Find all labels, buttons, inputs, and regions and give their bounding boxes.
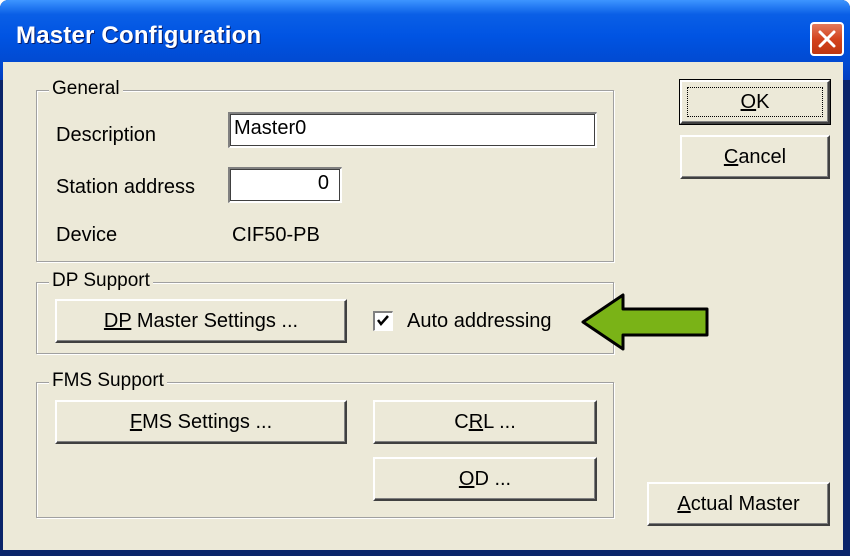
left-arrow-icon <box>581 293 709 351</box>
fms-settings-label: FMS Settings ... <box>129 410 273 433</box>
general-legend: General <box>49 78 123 100</box>
close-icon <box>818 30 836 48</box>
cancel-button[interactable]: Cancel <box>680 135 830 179</box>
ok-button[interactable]: OK <box>679 79 831 125</box>
dp-master-settings-button[interactable]: DP Master Settings ... <box>55 299 347 343</box>
auto-addressing-label[interactable]: Auto addressing <box>407 309 552 333</box>
device-label: Device <box>56 224 118 246</box>
window-title: Master Configuration <box>16 22 262 49</box>
crl-label: CRL ... <box>454 410 516 433</box>
device-value: CIF50-PB <box>232 224 320 246</box>
auto-addressing-checkbox[interactable] <box>373 311 393 331</box>
description-label: Description <box>56 124 157 146</box>
cancel-label: Cancel <box>723 145 787 168</box>
focus-rectangle <box>687 87 823 117</box>
actual-master-label: Actual Master <box>677 492 800 515</box>
description-field[interactable]: Master0 <box>228 112 597 148</box>
station-address-field[interactable]: 0 <box>228 167 342 203</box>
dp-support-legend: DP Support <box>49 270 153 292</box>
od-button[interactable]: OD ... <box>373 457 597 501</box>
crl-button[interactable]: CRL ... <box>373 400 597 444</box>
od-label: OD ... <box>458 467 512 490</box>
close-button[interactable] <box>810 22 844 56</box>
dialog-client-area: General Description Master0 Station addr… <box>3 62 843 550</box>
dialog-window: Master Configuration General Description… <box>0 0 850 556</box>
fms-support-legend: FMS Support <box>49 370 167 392</box>
dp-master-settings-label: DP Master Settings ... <box>103 309 299 332</box>
checkmark-icon <box>377 315 389 326</box>
actual-master-button[interactable]: Actual Master <box>647 482 830 526</box>
fms-settings-button[interactable]: FMS Settings ... <box>55 400 347 444</box>
station-address-label: Station address <box>56 176 195 198</box>
